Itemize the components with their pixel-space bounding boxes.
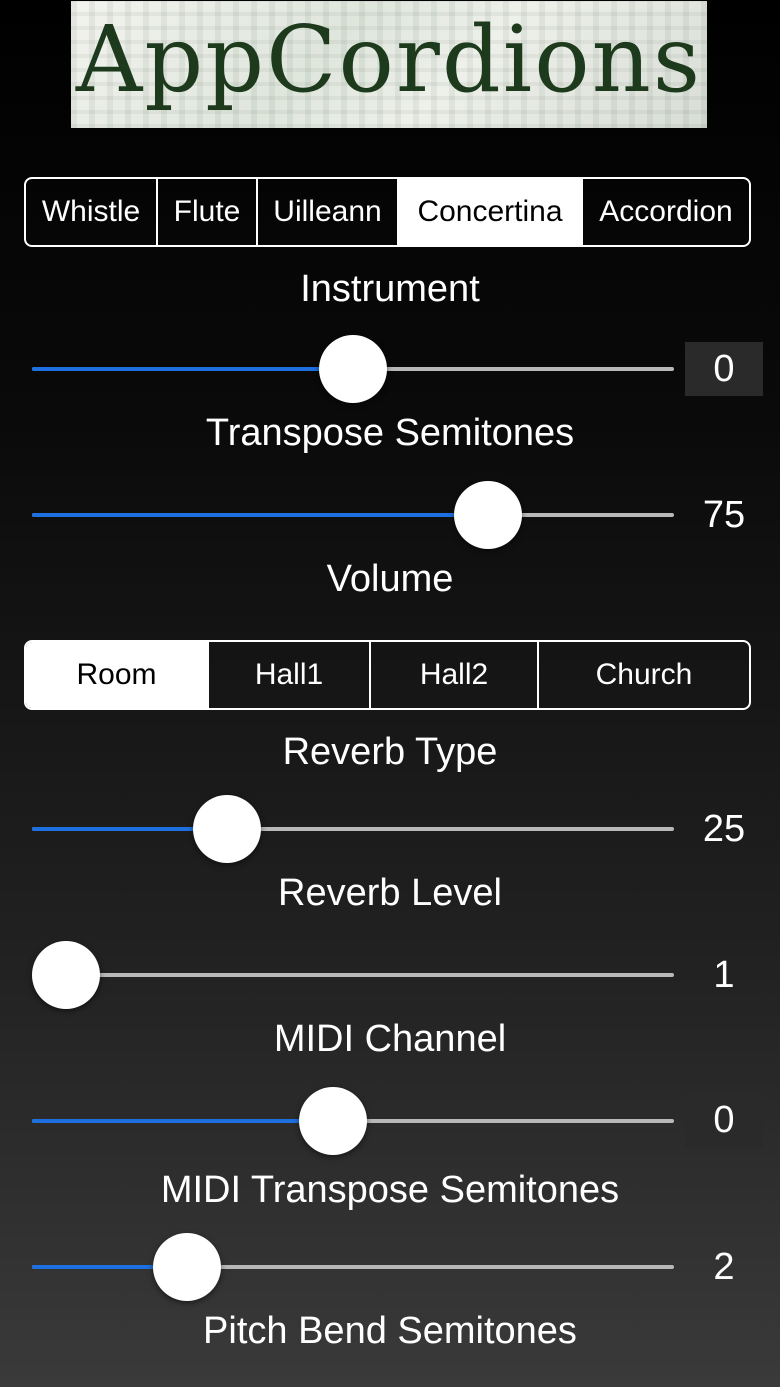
reverb-level-caption: Reverb Level	[278, 872, 502, 914]
transpose-slider[interactable]	[32, 334, 674, 404]
app-logo: AppCordions	[71, 1, 707, 128]
midi-transpose-caption: MIDI Transpose Semitones	[160, 1169, 620, 1211]
reverb-tab-hall2[interactable]: Hall2	[371, 642, 539, 708]
reverb-level-value: 25	[702, 808, 746, 850]
reverb-tab-room[interactable]: Room	[26, 642, 209, 708]
slider-fill	[32, 367, 353, 371]
midi-channel-slider[interactable]	[32, 940, 674, 1010]
slider-thumb[interactable]	[319, 335, 387, 403]
tab-label: Concertina	[417, 195, 563, 228]
midi-channel-caption: MIDI Channel	[273, 1018, 507, 1060]
slider-thumb[interactable]	[192, 795, 261, 863]
tab-label: Accordion	[599, 195, 733, 228]
slider-fill	[32, 513, 488, 517]
pitch-bend-value: 2	[713, 1246, 735, 1288]
slider-fill	[32, 1119, 333, 1123]
volume-slider[interactable]	[32, 480, 674, 550]
reverb-tab-church[interactable]: Church	[539, 642, 749, 708]
slider-track	[32, 973, 674, 977]
instrument-caption: Instrument	[300, 268, 480, 310]
tab-label: Uilleann	[273, 195, 382, 228]
slider-thumb[interactable]	[152, 1233, 221, 1301]
tab-label: Hall2	[419, 658, 489, 691]
pitch-bend-caption: Pitch Bend Semitones	[203, 1310, 577, 1352]
tab-label: Room	[76, 658, 157, 691]
transpose-value: 0	[685, 342, 763, 396]
instrument-tab-whistle[interactable]: Whistle	[26, 179, 158, 245]
instrument-tab-flute[interactable]: Flute	[158, 179, 258, 245]
tab-label: Flute	[173, 195, 241, 228]
slider-thumb[interactable]	[32, 941, 100, 1009]
instrument-segmented-control: Whistle Flute Uilleann Concertina Accord…	[24, 177, 751, 247]
slider-thumb[interactable]	[298, 1087, 367, 1155]
tab-label: Whistle	[41, 195, 141, 228]
reverb-segmented-control: Room Hall1 Hall2 Church	[24, 640, 751, 710]
volume-caption: Volume	[326, 558, 454, 600]
midi-transpose-slider[interactable]	[32, 1086, 674, 1156]
logo-text: AppCordions	[75, 6, 703, 113]
tab-label: Hall1	[254, 658, 324, 691]
midi-channel-value: 1	[713, 954, 735, 996]
tab-label: Church	[595, 658, 693, 691]
instrument-tab-concertina[interactable]: Concertina	[399, 179, 583, 245]
pitch-bend-slider[interactable]	[32, 1232, 674, 1302]
reverb-type-caption: Reverb Type	[282, 731, 498, 773]
instrument-tab-uilleann[interactable]: Uilleann	[258, 179, 399, 245]
slider-thumb[interactable]	[453, 481, 522, 549]
transpose-caption: Transpose Semitones	[205, 412, 575, 454]
instrument-tab-accordion[interactable]: Accordion	[583, 179, 749, 245]
reverb-level-slider[interactable]	[32, 794, 674, 864]
midi-transpose-value: 0	[685, 1093, 763, 1147]
volume-value: 75	[702, 494, 746, 536]
reverb-tab-hall1[interactable]: Hall1	[209, 642, 371, 708]
